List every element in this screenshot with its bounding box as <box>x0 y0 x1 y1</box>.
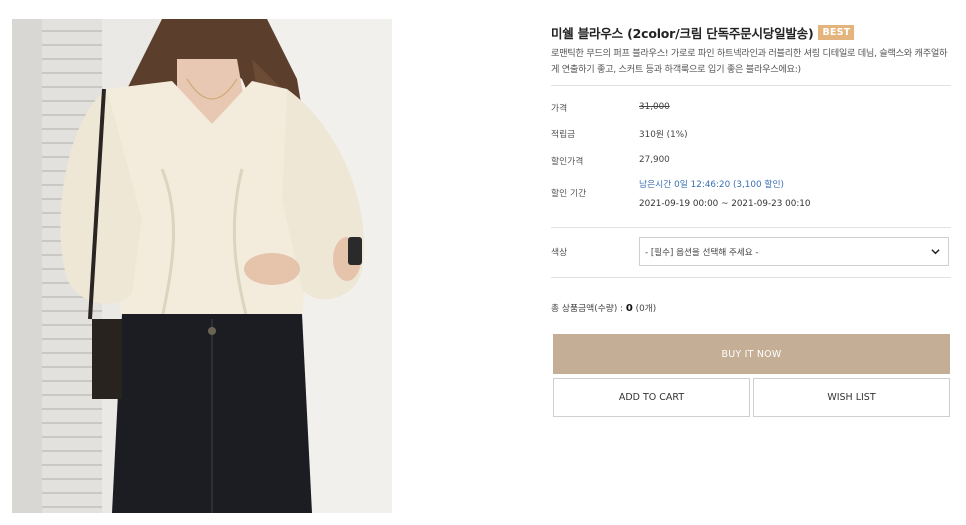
product-title: 미쉘 블라우스 (2color/크림 단독주문시당일발송) <box>551 25 814 41</box>
total-count: (0개) <box>635 304 657 314</box>
points-row: 적립금 310원 (1%) <box>551 121 951 148</box>
total-label: 총 상품금액(수량) : <box>551 304 624 314</box>
product-info: 미쉘 블라우스 (2color/크림 단독주문시당일발송) BEST 로맨틱한 … <box>551 22 951 417</box>
divider <box>551 227 951 228</box>
wish-list-button[interactable]: WISH LIST <box>753 378 950 417</box>
sale-price-row: 할인가격 27,900 <box>551 147 951 174</box>
discount-date-range: 2021-09-19 00:00 ~ 2021-09-23 00:10 <box>639 198 811 209</box>
title-row: 미쉘 블라우스 (2color/크림 단독주문시당일발송) BEST <box>551 22 951 42</box>
color-option-label: 색상 <box>551 248 568 258</box>
sale-price-value: 27,900 <box>639 155 670 166</box>
total-price: 총 상품금액(수량) : 0 (0개) <box>551 301 656 314</box>
price-value: 31,000 <box>639 102 670 113</box>
price-label: 가격 <box>551 103 568 114</box>
remaining-time: 남은시간 0일 12:46:20 (3,100 할인) <box>639 179 784 190</box>
points-value: 310원 (1%) <box>639 130 688 141</box>
discount-period-row: 할인 기간 남은시간 0일 12:46:20 (3,100 할인) 2021-0… <box>551 172 951 214</box>
price-row: 가격 31,000 <box>551 94 951 121</box>
best-badge: BEST <box>818 24 855 40</box>
buy-now-button[interactable]: BUY IT NOW <box>553 334 950 374</box>
product-description: 로맨틱한 무드의 퍼프 블라우스! 가로로 파인 하트넥라인과 러블리한 셔링 … <box>551 48 948 75</box>
product-image[interactable] <box>12 19 392 513</box>
total-amount: 0 <box>625 303 633 314</box>
divider <box>551 85 951 86</box>
discount-period-values: 남은시간 0일 12:46:20 (3,100 할인) 2021-09-19 0… <box>639 177 811 209</box>
select-placeholder: - [필수] 옵션을 선택해 주세요 - <box>645 247 759 258</box>
discount-period-label: 할인 기간 <box>551 189 587 199</box>
chevron-down-icon <box>931 249 940 255</box>
price-details: 가격 31,000 적립금 310원 (1%) 할인가격 27,900 할인 기… <box>551 94 951 214</box>
divider <box>551 277 951 278</box>
color-option-row: 색상 - [필수] 옵션을 선택해 주세요 - <box>551 236 951 267</box>
color-option-select[interactable]: - [필수] 옵션을 선택해 주세요 - <box>639 237 949 266</box>
points-label: 적립금 <box>551 130 576 141</box>
sale-price-label: 할인가격 <box>551 156 584 167</box>
add-to-cart-button[interactable]: ADD TO CART <box>553 378 750 417</box>
